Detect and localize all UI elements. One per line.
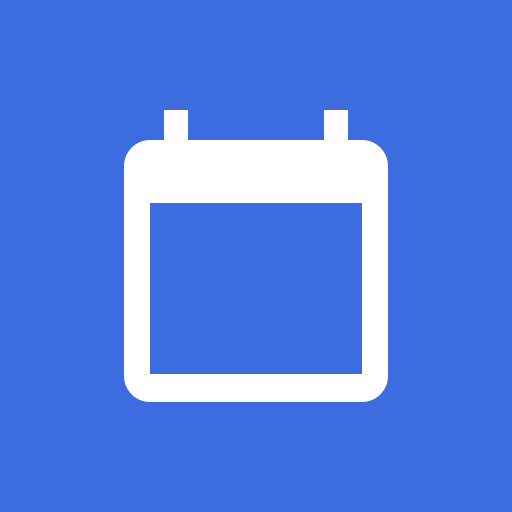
calendar-body xyxy=(124,140,388,402)
app-icon-tile[interactable] xyxy=(0,0,512,512)
calendar-icon xyxy=(124,110,388,402)
